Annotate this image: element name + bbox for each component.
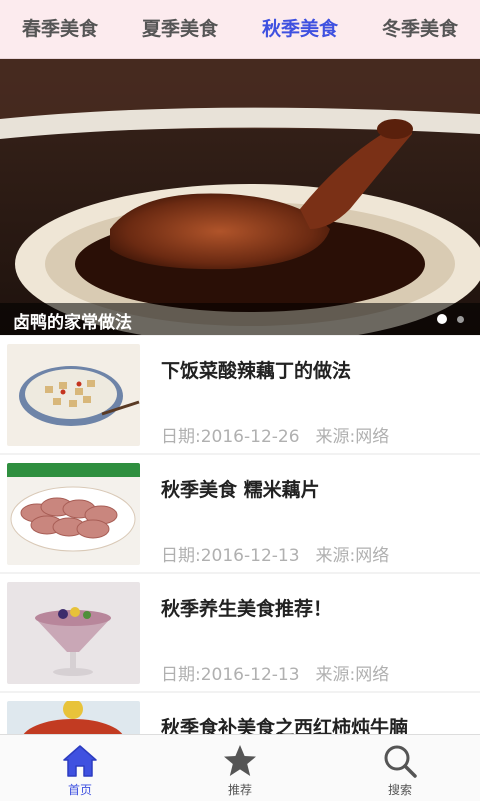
nav-recommend-label: 推荐	[227, 783, 252, 797]
list-item[interactable]: 下饭菜酸辣藕丁的做法 日期:2016-12-26 来源:网络	[0, 336, 480, 453]
season-tab-bar: 春季美食 夏季美食 秋季美食 冬季美食	[0, 0, 480, 59]
star-icon	[224, 745, 256, 776]
article-thumbnail	[7, 344, 140, 446]
nav-recommend[interactable]: 推荐	[160, 735, 320, 801]
nav-search[interactable]: 搜索	[320, 735, 480, 801]
list-item[interactable]: 秋季食补美食之西红柿炖牛腩	[0, 693, 480, 734]
home-icon	[63, 745, 97, 777]
banner-caption: 卤鸭的家常做法	[13, 313, 132, 333]
article-thumbnail	[7, 582, 140, 684]
article-date: 日期:2016-12-26	[161, 427, 300, 447]
list-item[interactable]: 秋季美食 糯米藕片 日期:2016-12-13 来源:网络	[0, 455, 480, 572]
list-item[interactable]: 秋季养生美食推荐！ 日期:2016-12-13 来源:网络	[0, 574, 480, 691]
article-title: 下饭菜酸辣藕丁的做法	[161, 360, 352, 382]
tab-autumn[interactable]: 秋季美食	[240, 0, 360, 58]
article-thumbnail	[7, 701, 140, 734]
search-icon	[384, 745, 417, 778]
banner-image	[0, 59, 480, 335]
article-meta: 日期:2016-12-13 来源:网络	[161, 541, 389, 566]
article-source: 来源:网络	[315, 546, 390, 566]
article-list: 下饭菜酸辣藕丁的做法 日期:2016-12-26 来源:网络 秋季美食 糯米藕片 …	[0, 336, 480, 734]
article-title: 秋季美食 糯米藕片	[161, 479, 320, 501]
carousel-dot-active[interactable]	[437, 314, 447, 324]
article-meta: 日期:2016-12-13 来源:网络	[161, 660, 389, 685]
article-title: 秋季食补美食之西红柿炖牛腩	[161, 717, 409, 734]
nav-home-label: 首页	[67, 783, 92, 797]
carousel-dot[interactable]	[457, 315, 464, 323]
carousel-indicator	[437, 314, 464, 324]
article-source: 来源:网络	[315, 427, 390, 447]
bottom-nav: 首页 推荐 搜索	[0, 734, 480, 801]
tab-summer[interactable]: 夏季美食	[120, 0, 240, 58]
banner-caption-bar: 卤鸭的家常做法	[0, 303, 480, 335]
article-thumbnail	[7, 463, 140, 565]
article-date: 日期:2016-12-13	[161, 546, 300, 566]
banner-carousel[interactable]: 卤鸭的家常做法	[0, 59, 480, 335]
article-meta: 日期:2016-12-26 来源:网络	[161, 422, 389, 447]
article-source: 来源:网络	[315, 665, 390, 685]
nav-home[interactable]: 首页	[0, 735, 160, 801]
article-date: 日期:2016-12-13	[161, 665, 300, 685]
article-title: 秋季养生美食推荐！	[161, 598, 333, 620]
tab-winter[interactable]: 冬季美食	[360, 0, 480, 58]
tab-spring[interactable]: 春季美食	[0, 0, 120, 58]
nav-search-label: 搜索	[387, 783, 412, 797]
